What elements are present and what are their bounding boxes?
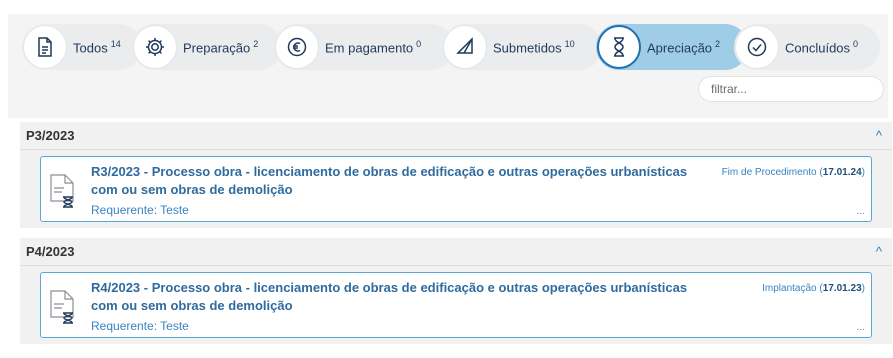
tab-count: 0 bbox=[416, 38, 422, 49]
process-title[interactable]: R4/2023 - Processo obra - licenciamento … bbox=[91, 279, 711, 315]
filter-input[interactable] bbox=[698, 76, 884, 102]
tab-label: Concluídos 0 bbox=[785, 38, 859, 56]
gear-icon bbox=[133, 25, 177, 69]
tab-label: Submetidos 10 bbox=[493, 38, 575, 56]
process-card[interactable]: R3/2023 - Processo obra - licenciamento … bbox=[40, 156, 872, 222]
check-circle-icon bbox=[735, 25, 779, 69]
status-date: 17.01.23 bbox=[822, 283, 862, 294]
more-button[interactable]: ... bbox=[857, 322, 865, 333]
paper-plane-icon bbox=[443, 25, 487, 69]
tab-submetidos[interactable]: Submetidos 10 bbox=[442, 24, 602, 70]
status-tabs: Todos 14 Preparação 2 Em pagamento 0 Submet… bbox=[22, 24, 880, 70]
status-label: Implantação (17.01.23) bbox=[762, 283, 865, 294]
tab-label: Preparação 2 bbox=[183, 38, 259, 56]
tab-count: 10 bbox=[564, 38, 575, 49]
tab-label: Todos 14 bbox=[73, 38, 121, 56]
more-button[interactable]: ... bbox=[857, 206, 865, 217]
tab-label: Apreciação 2 bbox=[647, 38, 721, 56]
group-code: P3/2023 bbox=[26, 128, 75, 143]
process-card[interactable]: R4/2023 - Processo obra - licenciamento … bbox=[40, 272, 872, 338]
status-date: 17.01.24 bbox=[822, 167, 862, 178]
document-icon bbox=[23, 25, 67, 69]
process-group: P4/2023 ^ R4/2023 - Processo obra - lice… bbox=[20, 238, 892, 344]
status-label: Fim de Procedimento (17.01.24) bbox=[721, 167, 865, 178]
requester-label: Requerente: Teste bbox=[91, 319, 189, 333]
tab-preparacao[interactable]: Preparação 2 bbox=[132, 24, 282, 70]
group-code: P4/2023 bbox=[26, 244, 75, 259]
tab-count: 14 bbox=[110, 38, 121, 49]
process-group: P3/2023 ^ R3/2023 - Processo obra - lice… bbox=[20, 122, 892, 228]
collapse-chevron-icon[interactable]: ^ bbox=[876, 244, 882, 259]
tab-count: 2 bbox=[715, 38, 721, 49]
tab-label: Em pagamento 0 bbox=[325, 38, 422, 56]
process-title[interactable]: R3/2023 - Processo obra - licenciamento … bbox=[91, 163, 711, 199]
document-hourglass-icon bbox=[50, 174, 74, 208]
requester-label: Requerente: Teste bbox=[91, 203, 189, 217]
collapse-chevron-icon[interactable]: ^ bbox=[876, 128, 882, 143]
status-filter-bar: Todos 14 Preparação 2 Em pagamento 0 Submet… bbox=[8, 14, 888, 118]
euro-icon bbox=[275, 25, 319, 69]
group-header[interactable]: P3/2023 ^ bbox=[20, 122, 892, 150]
tab-todos[interactable]: Todos 14 bbox=[22, 24, 142, 70]
tab-apreciacao[interactable]: Apreciação 2 bbox=[596, 24, 748, 70]
document-hourglass-icon bbox=[50, 290, 74, 324]
tab-em-pagamento[interactable]: Em pagamento 0 bbox=[274, 24, 454, 70]
tab-count: 2 bbox=[253, 38, 259, 49]
tab-concluidos[interactable]: Concluídos 0 bbox=[734, 24, 880, 70]
group-header[interactable]: P4/2023 ^ bbox=[20, 238, 892, 266]
tab-count: 0 bbox=[853, 38, 859, 49]
hourglass-icon bbox=[597, 25, 641, 69]
